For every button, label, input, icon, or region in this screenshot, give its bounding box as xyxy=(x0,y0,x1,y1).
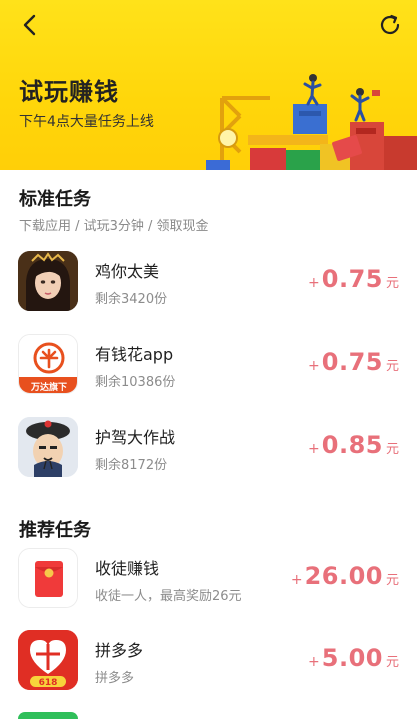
task-remaining: 剩余3420份 xyxy=(95,292,168,307)
reward-amount: + 26.00 元 xyxy=(291,562,399,592)
app-badge-text: 万达旗下 xyxy=(30,381,67,393)
task-name: 收徒赚钱 xyxy=(95,559,160,578)
task-name: 有钱花app xyxy=(95,345,174,364)
reward-value: 26.00 xyxy=(304,562,383,590)
page-subtitle: 下午4点大量任务上线 xyxy=(19,114,154,130)
reward-amount: + 0.85 元 xyxy=(308,431,399,461)
task-remaining: 剩余8172份 xyxy=(95,458,168,473)
reward-unit: 元 xyxy=(385,442,399,457)
chevron-left-icon xyxy=(23,14,36,36)
reward-plus: + xyxy=(308,275,320,291)
reward-plus: + xyxy=(308,654,320,670)
task-name: 鸡你太美 xyxy=(95,262,160,281)
pinduoduo-logo-icon: 618 xyxy=(18,630,78,690)
task-row[interactable]: 鸡你太美 剩余3420份 + 0.75 元 xyxy=(0,251,417,321)
reward-value: 0.75 xyxy=(321,348,383,376)
reward-value: 0.75 xyxy=(321,265,383,293)
refresh-button[interactable] xyxy=(377,12,403,38)
next-task-icon-partial[interactable] xyxy=(18,712,78,719)
section-title-recommended: 推荐任务 xyxy=(19,520,91,541)
task-name: 护驾大作战 xyxy=(95,428,176,447)
reward-value: 5.00 xyxy=(321,644,383,672)
game-character-avatar-icon xyxy=(18,251,78,311)
reward-unit: 元 xyxy=(385,276,399,291)
hero-illustration xyxy=(206,74,417,170)
task-row[interactable]: 万达旗下 有钱花app 剩余10386份 + 0.75 元 xyxy=(0,334,417,404)
reward-plus: + xyxy=(290,572,303,588)
task-desc: 收徒一人，最高奖励26元 xyxy=(95,589,242,604)
reward-unit: 元 xyxy=(385,655,399,670)
reward-value: 0.85 xyxy=(321,431,383,459)
back-button[interactable] xyxy=(18,12,44,38)
task-row[interactable]: 收徒赚钱 收徒一人，最高奖励26元 + 26.00 元 xyxy=(0,548,417,618)
task-row[interactable]: 618 拼多多 拼多多 + 5.00 元 xyxy=(0,630,417,700)
reward-plus: + xyxy=(308,358,320,374)
youqianhua-logo-icon: 万达旗下 xyxy=(18,334,78,394)
app-badge-text: 618 xyxy=(39,678,58,688)
red-envelope-icon xyxy=(18,548,78,608)
reward-amount: + 0.75 元 xyxy=(308,348,399,378)
reward-amount: + 5.00 元 xyxy=(308,644,399,674)
section-title-standard: 标准任务 xyxy=(19,189,91,210)
section-steps: 下载应用 / 试玩3分钟 / 领取现金 xyxy=(19,219,209,234)
task-name: 拼多多 xyxy=(95,641,144,660)
task-row[interactable]: 护驾大作战 剩余8172份 + 0.85 元 xyxy=(0,417,417,487)
reward-amount: + 0.75 元 xyxy=(308,265,399,295)
reward-plus: + xyxy=(308,441,320,457)
page-title: 试玩赚钱 xyxy=(19,78,119,106)
reward-unit: 元 xyxy=(385,359,399,374)
reward-unit: 元 xyxy=(385,573,399,588)
task-desc: 拼多多 xyxy=(95,671,135,686)
refresh-icon xyxy=(380,14,400,35)
qing-official-avatar-icon xyxy=(18,417,78,477)
task-remaining: 剩余10386份 xyxy=(95,375,176,390)
header-banner: 试玩赚钱 下午4点大量任务上线 xyxy=(0,0,417,170)
